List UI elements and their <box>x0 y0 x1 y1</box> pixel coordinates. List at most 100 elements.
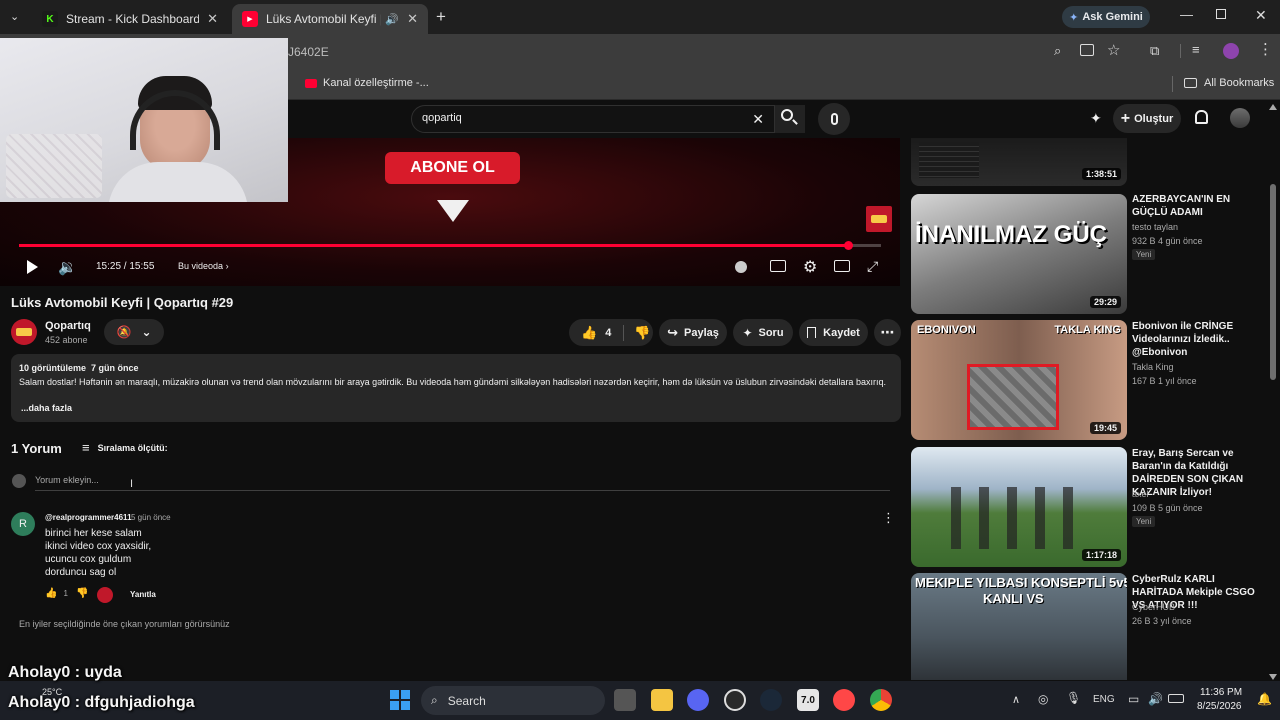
tab-youtube-video[interactable]: ▶ Lüks Avtomobil Keyfi | Qopa 🔊 ✕ <box>232 4 428 34</box>
autoplay-toggle-icon[interactable] <box>735 261 747 273</box>
share-button[interactable]: ↪ Paylaş <box>659 319 727 346</box>
comment-input[interactable]: Yorum ekleyin... <box>35 475 99 485</box>
microphone-icon[interactable]: 🎙 <box>1066 691 1081 705</box>
ai-sparkle-icon[interactable]: ✦ <box>1090 110 1102 127</box>
create-button[interactable]: + Oluştur <box>1113 104 1181 133</box>
commenter-avatar[interactable]: R <box>11 512 35 536</box>
zoom-icon[interactable]: ⌕ <box>1054 43 1061 59</box>
scroll-down-arrow-icon[interactable] <box>1269 674 1277 680</box>
show-more-link[interactable]: ...daha fazla <box>21 403 72 413</box>
recommendation-channel[interactable]: CyberHUB <box>1132 602 1175 612</box>
comment-time[interactable]: 5 gün önce <box>131 513 171 522</box>
sort-button[interactable]: ≡ Sıralama ölçütü: <box>82 440 168 455</box>
miniplayer-icon[interactable] <box>834 260 850 272</box>
comment-author[interactable]: @realprogrammer4611 <box>45 513 132 522</box>
extensions-icon[interactable]: ⧉ <box>1150 43 1159 59</box>
fullscreen-icon[interactable]: ⤢ <box>867 258 878 275</box>
voice-search-button[interactable] <box>818 103 850 135</box>
search-box[interactable]: qopartiq ✕ <box>411 105 775 133</box>
dislike-button[interactable]: 👎 <box>634 325 650 341</box>
in-video-chapters[interactable]: Bu videoda › <box>178 261 229 271</box>
recommendation-thumb-4[interactable]: MEKIPLE YILBASI KONSEPTLİ 5v5 KANLI VS <box>911 573 1127 680</box>
tab-list-chevron-icon[interactable]: ⌄ <box>10 10 19 23</box>
subscribed-notify-button[interactable]: 🔕 ⌄ <box>104 319 164 345</box>
recommendation-thumb-2[interactable]: EBONIVON TAKLA KING 19:45 <box>911 320 1127 440</box>
speaker-icon[interactable]: 🔊 <box>385 13 399 26</box>
account-avatar[interactable] <box>1230 108 1250 128</box>
recommendation-thumb-3[interactable]: 1:17:18 <box>911 447 1127 567</box>
language-indicator[interactable]: ENG <box>1093 694 1115 705</box>
ask-gemini-button[interactable]: ✦ Ask Gemini <box>1062 6 1150 28</box>
browser-menu-icon[interactable]: ⋮ <box>1258 40 1273 58</box>
wifi-icon[interactable]: ▭ <box>1128 692 1139 706</box>
app-7-icon[interactable]: 7.0 <box>797 689 819 711</box>
recommendation-title[interactable]: Ebonivon ile CRİNGE Videolarınızı İzledi… <box>1132 320 1262 359</box>
description-box[interactable]: 10 görüntüleme 7 gün önce Salam dostlar!… <box>11 354 901 422</box>
close-icon[interactable]: ✕ <box>207 11 218 27</box>
recommendation-channel[interactable]: testo taylan <box>1132 222 1178 232</box>
play-icon[interactable] <box>27 260 38 274</box>
recommendation-channel[interactable]: axel <box>1132 489 1149 499</box>
tray-chevron-icon[interactable]: ∧ <box>1012 693 1020 706</box>
restore-window-icon[interactable] <box>1216 9 1226 19</box>
save-button[interactable]: Kaydet <box>799 319 868 346</box>
clock-time[interactable]: 11:36 PM <box>1200 687 1242 698</box>
progress-scrubber[interactable] <box>844 241 854 250</box>
bookmark-star-icon[interactable]: ☆ <box>1107 41 1120 59</box>
settings-gear-icon[interactable]: ⚙ <box>803 257 817 277</box>
network-icon[interactable]: ◎ <box>1038 692 1048 706</box>
channel-name[interactable]: Qopartıq <box>45 320 91 332</box>
comment-dislike-button[interactable]: 👎 <box>76 588 88 599</box>
volume-icon[interactable]: 🔉 <box>58 258 77 276</box>
close-window-icon[interactable]: ✕ <box>1255 7 1267 24</box>
speaker-icon[interactable]: 🔊 <box>1148 692 1163 706</box>
clear-search-icon[interactable]: ✕ <box>752 111 764 128</box>
scrollbar[interactable] <box>1268 104 1278 680</box>
obs-icon[interactable] <box>724 689 746 711</box>
close-icon[interactable]: ✕ <box>407 11 418 27</box>
minimize-icon[interactable]: — <box>1180 7 1193 22</box>
file-explorer-icon[interactable] <box>651 689 673 711</box>
recommendation-title[interactable]: Eray, Barış Sercan ve Baran'ın da Katıld… <box>1132 447 1262 499</box>
scrollbar-thumb[interactable] <box>1270 184 1276 380</box>
tab-kick-dashboard[interactable]: K Stream - Kick Dashboard ✕ <box>32 4 228 34</box>
new-tab-plus-icon[interactable]: + <box>436 7 446 27</box>
channel-watermark-icon[interactable] <box>866 206 892 232</box>
ea-icon[interactable] <box>833 689 855 711</box>
search-input[interactable]: qopartiq <box>422 112 462 124</box>
windows-start-icon[interactable] <box>390 690 410 710</box>
search-button[interactable] <box>775 105 805 133</box>
comment-more-icon[interactable]: ⋮ <box>882 510 895 526</box>
battery-icon[interactable] <box>1168 694 1184 703</box>
chevron-right-icon: › <box>225 261 229 271</box>
ask-button[interactable]: ✦ Soru <box>733 319 793 346</box>
reply-button[interactable]: Yanıtla <box>130 590 156 599</box>
browser-tab-bar: ⌄ K Stream - Kick Dashboard ✕ ▶ Lüks Avt… <box>0 0 1280 34</box>
task-view-icon[interactable] <box>614 689 636 711</box>
profile-avatar[interactable] <box>1223 43 1239 59</box>
notifications-icon[interactable]: 🔔 <box>1257 692 1272 706</box>
steam-icon[interactable] <box>760 689 782 711</box>
recommendation-title[interactable]: AZERBAYCAN'IN EN GÜÇLÜ ADAMI <box>1132 193 1262 219</box>
comment-like-button[interactable]: 👍 1 <box>45 588 68 599</box>
chrome-icon[interactable] <box>870 689 892 711</box>
scroll-up-arrow-icon[interactable] <box>1269 104 1277 110</box>
media-controls-icon[interactable]: ≡ <box>1192 42 1200 57</box>
like-button[interactable]: 👍 4 <box>569 325 611 341</box>
install-app-icon[interactable] <box>1080 44 1094 56</box>
recommendation-channel[interactable]: Takla King <box>1132 362 1174 372</box>
notification-bell-icon[interactable] <box>1195 110 1208 124</box>
bookmark-kanal[interactable]: Kanal özelleştirme -... <box>305 77 429 89</box>
divider <box>1172 76 1173 92</box>
taskbar-search[interactable]: ⌕ Search <box>421 686 605 715</box>
clock-date[interactable]: 8/25/2026 <box>1197 701 1242 712</box>
recommendation-thumb-1[interactable]: İNANILMAZ GÜÇ 29:29 <box>911 194 1127 314</box>
discord-icon[interactable] <box>687 689 709 711</box>
all-bookmarks[interactable]: All Bookmarks <box>1184 77 1274 89</box>
recommendation-thumb-0[interactable]: 1:38:51 <box>911 138 1127 186</box>
channel-avatar[interactable] <box>11 319 37 345</box>
subtitles-icon[interactable] <box>770 260 786 272</box>
progress-track[interactable] <box>19 241 881 250</box>
more-actions-button[interactable]: ⋯ <box>874 319 901 346</box>
url-text[interactable]: J6402E <box>288 45 329 59</box>
